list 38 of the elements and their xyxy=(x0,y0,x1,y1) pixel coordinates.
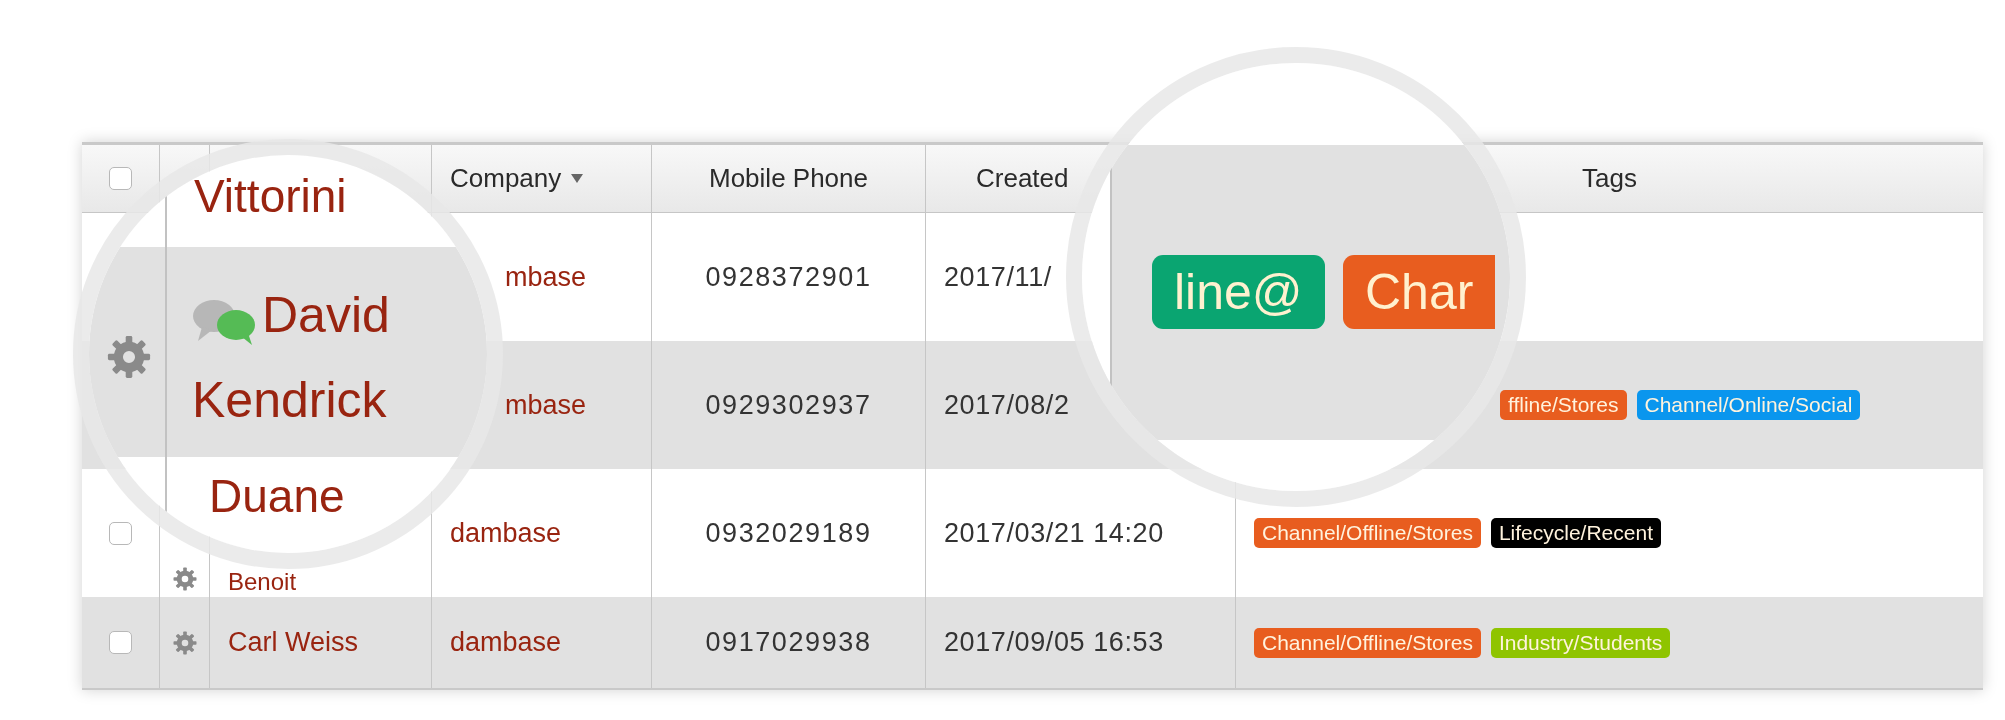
tag: Channel/Offline/Stores xyxy=(1254,518,1481,548)
chat-bubbles-icon[interactable] xyxy=(192,299,256,346)
gear-icon[interactable] xyxy=(172,630,197,655)
checkbox[interactable] xyxy=(109,167,132,190)
table-cell: 2017/03/21 14:20 xyxy=(944,517,1164,549)
table-cell: 0929302937 xyxy=(705,389,872,421)
tag: Industry/Students xyxy=(1490,627,1671,658)
column-header[interactable]: Company xyxy=(450,163,584,194)
tag: ffline/Stores xyxy=(1500,390,1627,420)
contact-name[interactable]: Vittorini xyxy=(194,173,347,219)
company-link[interactable]: dambase xyxy=(450,627,562,658)
tag: Lifecycle/Recent xyxy=(1490,518,1661,548)
table-cell: 2017/08/2 xyxy=(944,389,1070,421)
tag: line@ xyxy=(1152,255,1325,329)
company-link[interactable]: mbase xyxy=(505,389,587,421)
contact-name[interactable]: Kendrick xyxy=(192,375,387,425)
contact-name[interactable]: David xyxy=(262,290,390,340)
column-header[interactable]: Created xyxy=(976,163,1069,194)
column-header[interactable]: Tags xyxy=(1582,163,1637,194)
checkbox[interactable] xyxy=(109,521,132,545)
gear-icon[interactable] xyxy=(107,335,151,379)
table-cell: 2017/09/05 16:53 xyxy=(944,627,1164,658)
checkbox[interactable] xyxy=(109,631,132,654)
column-header[interactable]: Mobile Phone xyxy=(709,163,868,194)
contact-name[interactable]: Duane xyxy=(209,473,345,519)
company-link[interactable]: dambase xyxy=(450,517,562,549)
contact-name[interactable]: Benoit xyxy=(228,568,297,596)
table-cell: 2017/11/ xyxy=(944,261,1052,293)
tag: Channel/Offline/Stores xyxy=(1254,627,1481,658)
tag: Channel/Online/Social xyxy=(1636,390,1861,420)
table-cell: 0932029189 xyxy=(705,517,872,549)
company-link[interactable]: mbase xyxy=(505,261,587,293)
gear-icon[interactable] xyxy=(172,567,197,591)
tag: Char xyxy=(1343,255,1496,329)
sort-arrow-icon[interactable] xyxy=(571,174,584,183)
contact-name[interactable]: Carl Weiss xyxy=(228,627,359,658)
table-cell: 0928372901 xyxy=(705,261,872,293)
table-cell: 0917029938 xyxy=(705,627,872,658)
